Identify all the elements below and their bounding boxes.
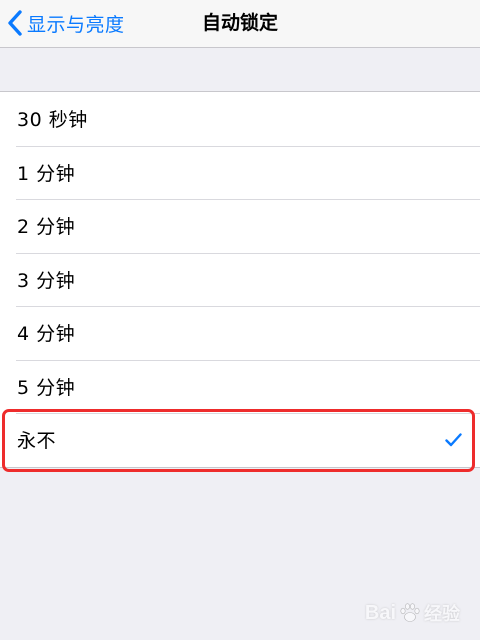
option-label: 30 秒钟 (17, 109, 88, 132)
option-label: 4 分钟 (17, 323, 76, 346)
option-1-minute[interactable]: 1 分钟 (0, 145, 480, 200)
option-label: 3 分钟 (17, 269, 76, 292)
baidu-jingyan-watermark: Bai 经验 (365, 600, 460, 626)
option-label: 2 分钟 (17, 216, 76, 239)
paw-icon (400, 603, 420, 622)
navigation-bar: 显示与亮度 自动锁定 (0, 0, 480, 48)
option-never[interactable]: 永不 (0, 413, 480, 467)
option-label: 5 分钟 (17, 376, 76, 399)
watermark-brand: Bai (364, 601, 396, 624)
watermark-suffix: 经验 (424, 604, 460, 624)
option-label: 1 分钟 (17, 162, 76, 185)
auto-lock-options-list: 30 秒钟 1 分钟 2 分钟 3 分钟 4 分钟 5 分钟 永不 (0, 91, 480, 468)
option-30-seconds[interactable]: 30 秒钟 (0, 92, 480, 146)
back-button-label: 显示与亮度 (27, 13, 125, 36)
option-label: 永不 (17, 430, 57, 453)
option-2-minutes[interactable]: 2 分钟 (0, 199, 480, 253)
chevron-left-icon (8, 10, 22, 36)
option-4-minutes[interactable]: 4 分钟 (0, 306, 480, 360)
option-3-minutes[interactable]: 3 分钟 (0, 252, 480, 307)
checkmark-icon (445, 433, 462, 446)
option-5-minutes[interactable]: 5 分钟 (0, 359, 480, 414)
back-button[interactable]: 显示与亮度 (6, 0, 125, 46)
